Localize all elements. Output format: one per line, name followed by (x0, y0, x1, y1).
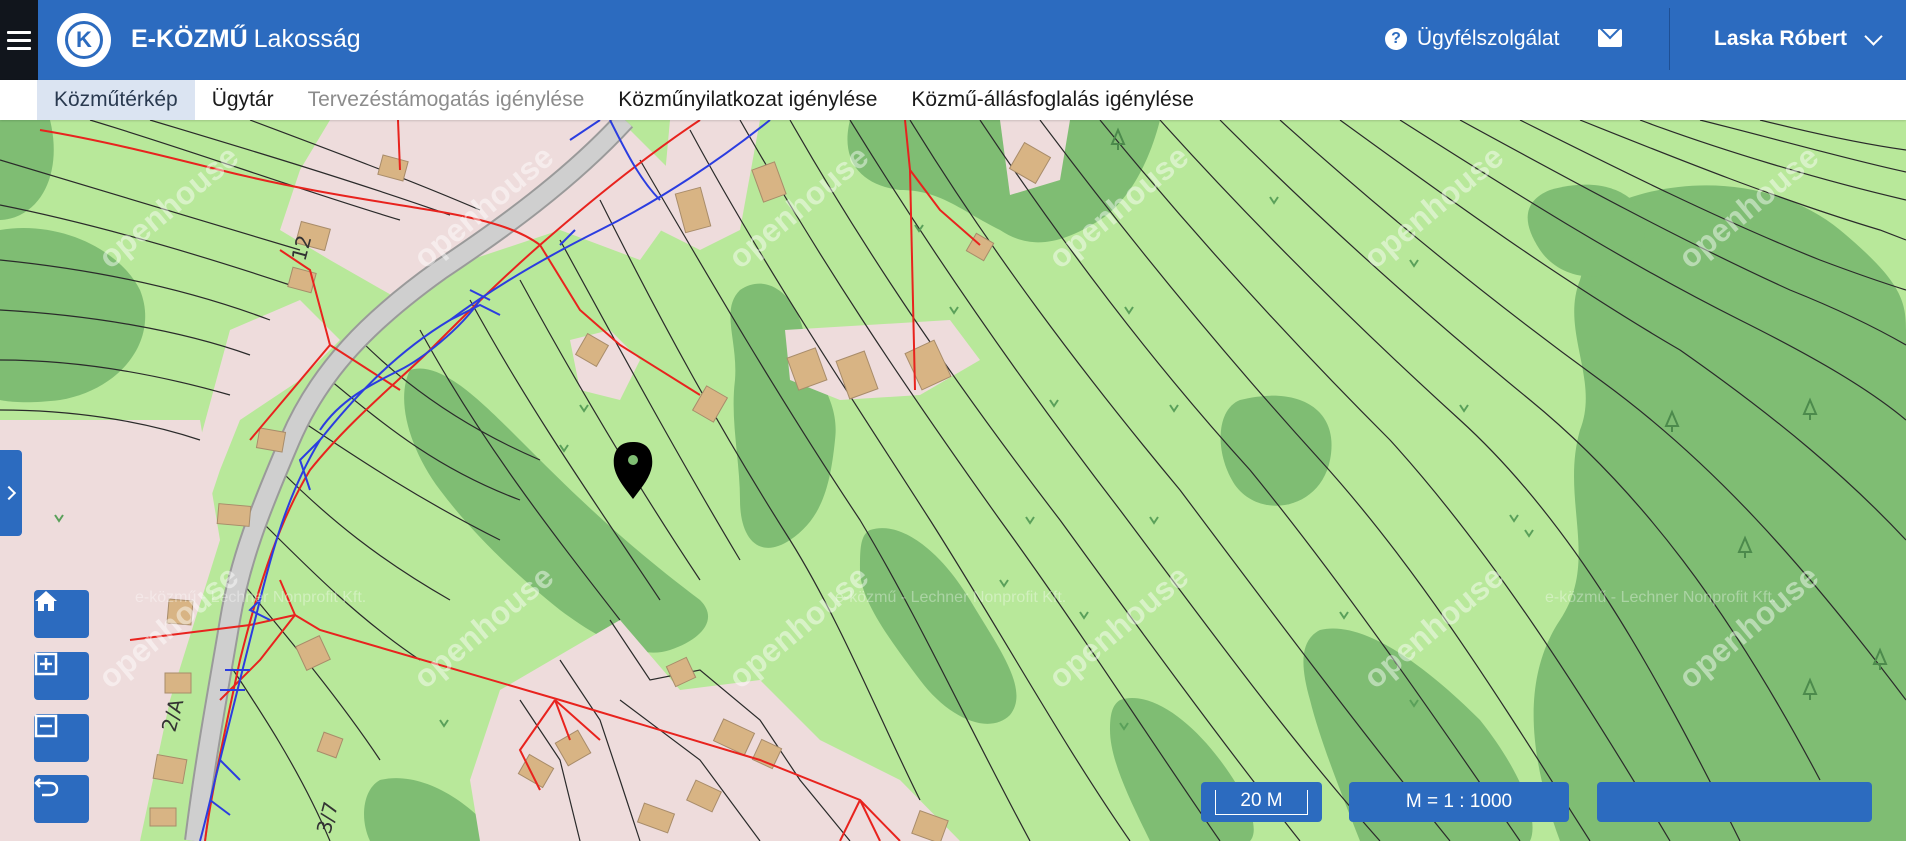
scale-length: 20 M (1215, 789, 1308, 815)
attribution-2: e-közmű - Lechner Nonprofit Kft. (835, 589, 1066, 606)
undo-icon (34, 778, 59, 797)
tab-ugytar[interactable]: Ügytár (195, 80, 291, 120)
tab-kozmunyilatkozat[interactable]: Közműnyilatkozat igénylése (601, 80, 894, 120)
map-canvas[interactable]: 12 2/A 3/7 openhouse openhouse openhouse… (0, 120, 1906, 841)
scale-ratio: M = 1 : 1000 (1405, 791, 1513, 812)
scale-length-box: 20 M (1201, 782, 1322, 822)
main-nav: Közműtérkép Ügytár Tervezéstámogatás igé… (0, 80, 1906, 120)
tab-tervezestamogatas[interactable]: Tervezéstámogatás igénylése (291, 80, 602, 120)
app-header: K E-KÖZMŰ Lakosság ? Ügyfélszolgálat Lask… (0, 0, 1906, 80)
support-label: Ügyfélszolgálat (1417, 27, 1560, 50)
support-link[interactable]: ? Ügyfélszolgálat (1385, 24, 1559, 54)
zoom-out-icon (34, 714, 58, 738)
menu-icon[interactable] (0, 0, 38, 80)
brand-logo[interactable]: K (57, 13, 111, 67)
zoom-in-icon (34, 652, 58, 676)
home-button[interactable] (34, 590, 89, 638)
attribution-3: e-közmű - Lechner Nonprofit Kft. (1545, 589, 1776, 606)
home-icon (35, 591, 57, 611)
tab-kozmu-allasfoglalas[interactable]: Közmű-állásfoglalás igénylése (894, 80, 1211, 120)
sidebar-toggle[interactable] (0, 450, 22, 536)
map-layer[interactable]: 12 2/A 3/7 openhouse openhouse openhouse… (0, 120, 1906, 841)
user-menu[interactable]: Laska Róbert (1714, 24, 1883, 54)
scale-ratio-box[interactable]: M = 1 : 1000 (1349, 782, 1569, 822)
attribution-1: e-közmű - Lechner Nonprofit Kft. (135, 589, 366, 606)
undo-button[interactable] (34, 775, 89, 823)
user-name: Laska Róbert (1714, 27, 1848, 50)
tab-kozmuterkep[interactable]: Közműtérkép (37, 80, 195, 120)
chevron-down-icon (1864, 26, 1883, 46)
app-title-sub: Lakosság (253, 25, 361, 53)
app-title-bold: E-KÖZMŰ (131, 25, 248, 53)
mail-icon[interactable] (1598, 29, 1622, 47)
zoom-out-button[interactable] (34, 714, 89, 762)
app-title: E-KÖZMŰ Lakosság (131, 24, 361, 54)
coordinates-box (1597, 782, 1872, 822)
zoom-in-button[interactable] (34, 652, 89, 700)
logo-letter: K (65, 21, 103, 59)
help-icon: ? (1385, 28, 1407, 50)
chevron-right-icon (1, 485, 17, 501)
header-divider (1669, 8, 1670, 70)
